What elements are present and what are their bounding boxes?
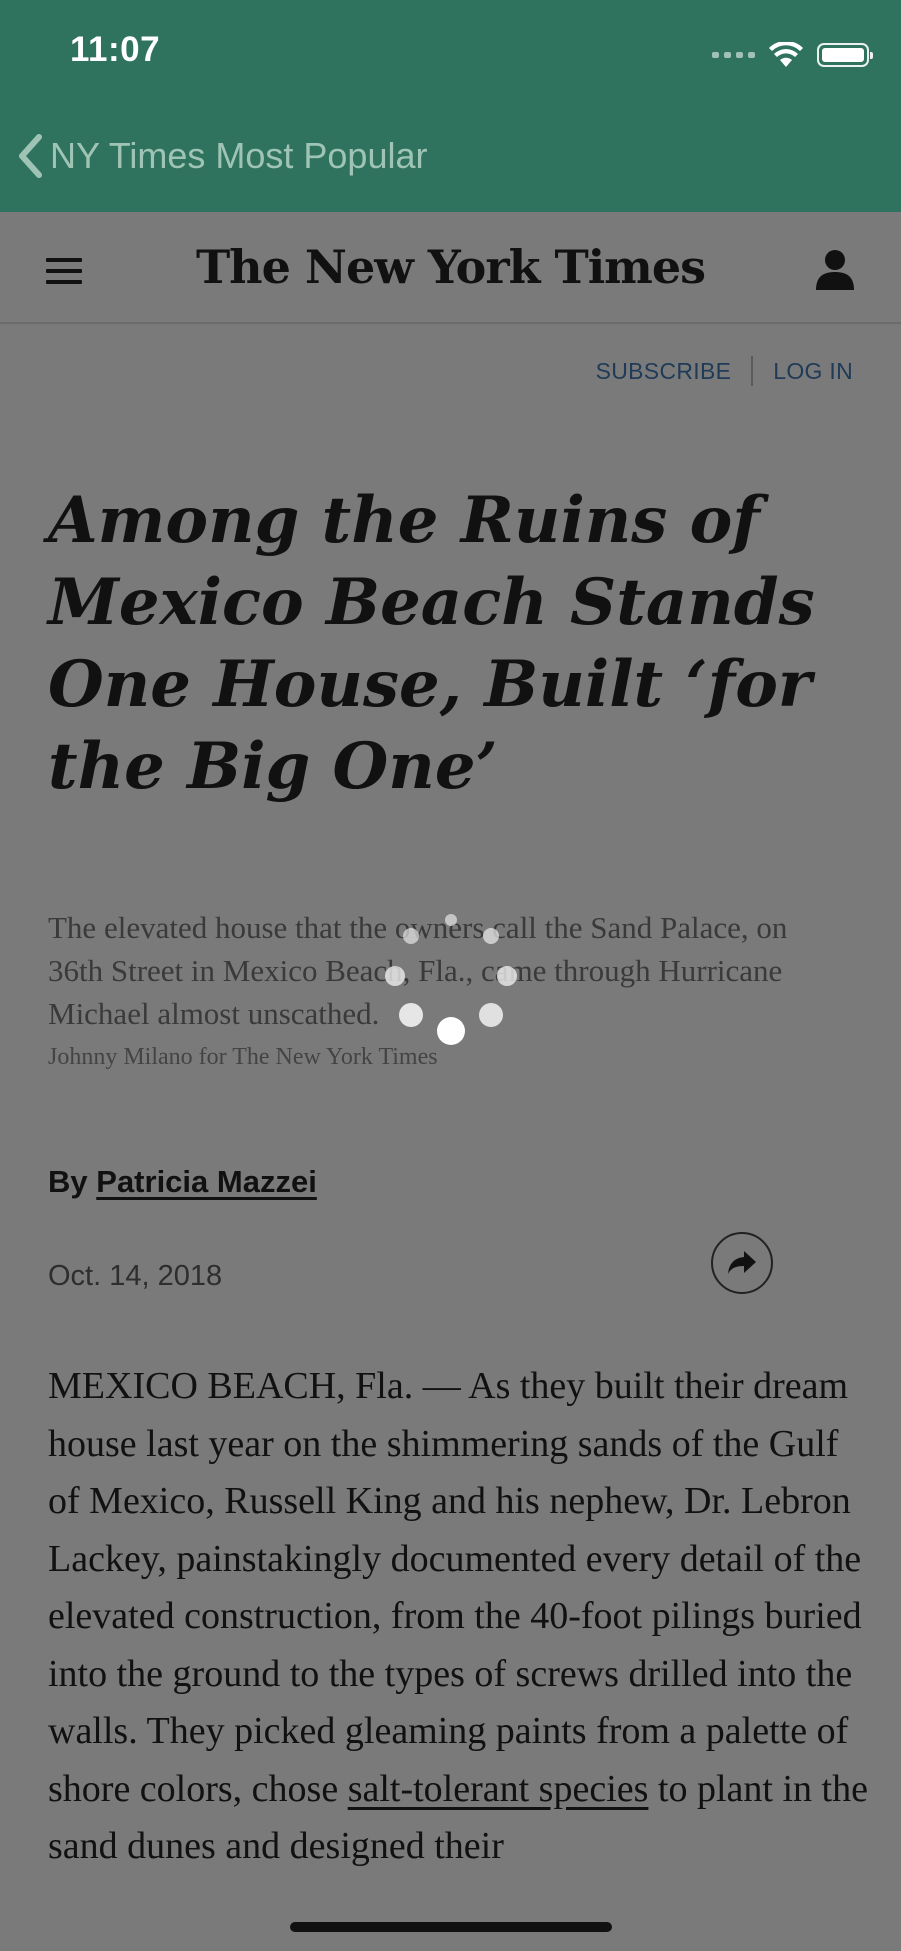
body-text-start: MEXICO BEACH, Fla. — As they built their… [48, 1365, 862, 1810]
chevron-left-icon [19, 134, 42, 178]
home-indicator[interactable] [290, 1922, 612, 1932]
login-link[interactable]: LOG IN [773, 358, 853, 385]
byline: By Patricia Mazzei [48, 1164, 317, 1200]
wifi-icon [769, 42, 803, 67]
article-headline: Among the Ruins of Mexico Beach Stands O… [48, 483, 815, 804]
share-arrow-icon [728, 1251, 756, 1274]
divider [751, 356, 754, 386]
photo-caption: The elevated house that the owners call … [48, 910, 788, 1031]
signal-icon [712, 52, 755, 58]
share-button[interactable] [711, 1232, 773, 1294]
subscribe-link[interactable]: SUBSCRIBE [596, 358, 732, 385]
nyt-logo[interactable]: The New York Times [0, 240, 901, 294]
author-link[interactable]: Patricia Mazzei [96, 1164, 317, 1199]
back-button[interactable]: NY Times Most Popular [18, 134, 427, 178]
byline-prefix: By [48, 1164, 88, 1199]
body-link[interactable]: salt-tolerant species [348, 1768, 649, 1810]
navigation-bar: 11:07 NY Times Most Popular [0, 0, 901, 212]
status-icons [712, 38, 873, 72]
battery-icon [817, 43, 873, 67]
site-header: The New York Times [0, 212, 901, 324]
back-label: NY Times Most Popular [50, 135, 428, 176]
article-body: MEXICO BEACH, Fla. — As they built their… [48, 1358, 868, 1876]
user-icon[interactable] [815, 248, 855, 290]
photo-credit: Johnny Milano for The New York Times [48, 1044, 438, 1070]
publish-date: Oct. 14, 2018 [48, 1260, 223, 1292]
account-links: SUBSCRIBE LOG IN [596, 356, 853, 386]
status-time: 11:07 [70, 30, 161, 69]
